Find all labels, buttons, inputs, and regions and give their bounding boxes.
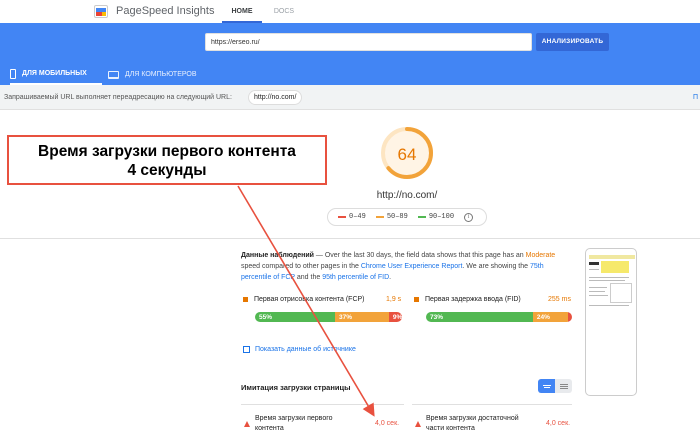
fcp-label: Первая отрисовка контента (FCP): [254, 296, 365, 303]
fid-distribution-bar: 73% 24% 2%: [426, 312, 572, 322]
fid-value: 255 ms: [548, 296, 571, 303]
redirect-url-chip: http://no.com/: [248, 90, 303, 105]
lab-data-title: Имитация загрузки страницы: [241, 383, 351, 392]
view-toggle[interactable]: [538, 379, 572, 393]
fcp-dist-average: 37%: [335, 312, 389, 322]
show-origin-data[interactable]: Показать данные об источнике: [243, 346, 356, 353]
fid-dist-average: 24%: [532, 312, 568, 322]
field-data-title: Данные наблюдений: [241, 252, 314, 259]
section-divider: [0, 238, 700, 239]
tab-mobile-label: ДЛЯ МОБИЛЬНЫХ: [22, 70, 87, 77]
tab-home[interactable]: HOME: [222, 0, 262, 23]
average-square-icon: [243, 296, 248, 302]
score-legend: 0–49 50–89 90–100 i: [327, 208, 487, 226]
lab-metric-tti: Время загрузки достаточной части контент…: [412, 404, 572, 443]
fail-triangle-icon: [415, 421, 421, 427]
legend-fail: 0–49: [338, 213, 366, 221]
fcp-metric-label: Первая отрисовка контента (FCP): [243, 296, 365, 303]
lab-tti-label: Время загрузки достаточной части контент…: [426, 415, 519, 432]
tab-docs[interactable]: DOCS: [270, 0, 298, 23]
redirect-more-link[interactable]: П: [693, 94, 698, 101]
detail-view-icon[interactable]: [555, 379, 572, 393]
legend-fail-swatch: [338, 216, 346, 218]
list-view-icon[interactable]: [538, 379, 555, 393]
redirect-text: Запрашиваемый URL выполняет переадресаци…: [4, 94, 232, 101]
fid-percentile-link[interactable]: 95th percentile of FID: [322, 274, 389, 281]
speed-category: Moderate: [525, 252, 556, 259]
field-data-text-5: .: [389, 274, 392, 281]
fid-dist-slow: 2%: [568, 312, 572, 322]
tab-desktop[interactable]: ДЛЯ КОМПЬЮТЕРОВ: [108, 64, 197, 85]
fcp-dist-slow: 9%: [388, 312, 402, 322]
page-screenshot-thumbnail: [585, 248, 637, 396]
legend-average-label: 50–89: [386, 213, 408, 221]
lab-tti-value: 4,0 сек.: [546, 420, 571, 427]
analyzed-host: http://no.com/: [376, 190, 438, 201]
annotation-callout: Время загрузки первого контента 4 секунд…: [7, 135, 327, 185]
analyze-button[interactable]: АНАЛИЗИРОВАТЬ: [536, 33, 609, 51]
fcp-dist-fast: 55%: [255, 312, 336, 322]
legend-average: 50–89: [375, 213, 408, 221]
performance-score: 64: [397, 145, 417, 164]
origin-label: Показать данные об источнике: [255, 346, 356, 353]
origin-checkbox[interactable]: [243, 346, 250, 353]
annotation-line-2: 4 секунды: [127, 162, 207, 179]
top-bar: PageSpeed Insights HOME DOCS: [0, 0, 700, 23]
fid-dist-fast: 73%: [426, 312, 533, 322]
legend-fail-label: 0–49: [349, 213, 366, 221]
lab-fcp-label: Время загрузки первого контента: [255, 415, 333, 432]
fid-label: Первая задержка ввода (FID): [425, 296, 521, 303]
crux-report-link[interactable]: Chrome User Experience Report: [361, 263, 463, 270]
field-data-text-4: and the: [294, 274, 323, 281]
field-data-text-1: — Over the last 30 days, the field data …: [313, 252, 526, 259]
laptop-icon: [108, 70, 119, 79]
lab-fcp-value: 4,0 сек.: [375, 420, 400, 427]
redirect-notice: Запрашиваемый URL выполняет переадресаци…: [0, 85, 700, 110]
app-title: PageSpeed Insights: [116, 5, 215, 17]
legend-average-swatch: [375, 216, 384, 218]
fail-triangle-icon: [244, 421, 250, 427]
field-data-text-3: . We are showing the: [462, 263, 530, 270]
pagespeed-logo-icon: [94, 5, 108, 18]
tab-mobile[interactable]: ДЛЯ МОБИЛЬНЫХ: [10, 64, 102, 85]
legend-pass-swatch: [417, 216, 426, 218]
lab-metric-fcp: Время загрузки первого контента 4,0 сек.: [241, 404, 404, 443]
fcp-value: 1,9 s: [386, 296, 402, 303]
average-square-icon: [414, 296, 419, 302]
fid-metric-label: Первая задержка ввода (FID): [414, 296, 521, 303]
legend-pass: 90–100: [417, 213, 455, 221]
legend-pass-label: 90–100: [428, 213, 455, 221]
field-data-description: Данные наблюдений — Over the last 30 day…: [241, 250, 571, 283]
info-icon[interactable]: i: [464, 212, 474, 222]
tab-desktop-label: ДЛЯ КОМПЬЮТЕРОВ: [125, 71, 197, 78]
field-data-text-2: speed compared to other pages in the: [241, 263, 361, 270]
annotation-line-1: Время загрузки первого контента: [38, 143, 296, 160]
phone-icon: [10, 68, 16, 79]
url-input[interactable]: [205, 33, 532, 51]
fcp-distribution-bar: 55% 37% 9%: [255, 312, 402, 322]
